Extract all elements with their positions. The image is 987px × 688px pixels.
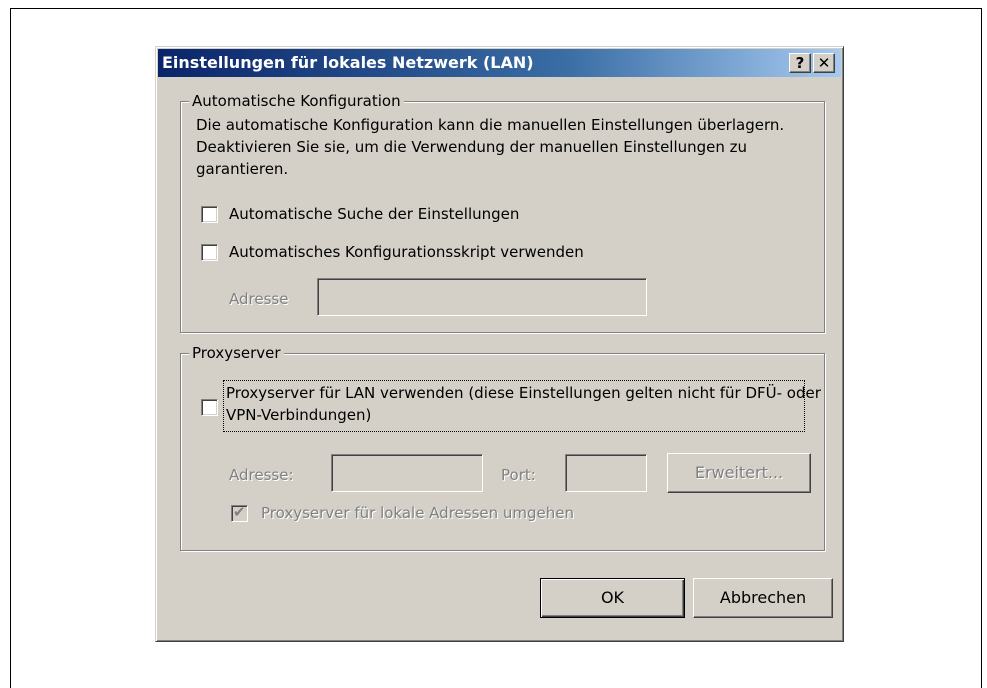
ok-button[interactable]: OK	[540, 578, 685, 618]
proxy-address-input[interactable]	[331, 454, 483, 492]
advanced-button[interactable]: Erweitert...	[667, 453, 811, 493]
bypass-local-checkbox[interactable]: ✔	[231, 503, 248, 522]
title-bar[interactable]: Einstellungen für lokales Netzwerk (LAN)…	[158, 49, 841, 77]
lan-settings-dialog: Einstellungen für lokales Netzwerk (LAN)…	[155, 46, 844, 642]
use-proxy-label[interactable]: Proxyserver für LAN verwenden (diese Ein…	[226, 382, 821, 426]
auto-script-address-input[interactable]	[317, 278, 647, 316]
use-proxy-checkbox[interactable]	[201, 399, 218, 416]
checkmark-icon: ✔	[233, 503, 246, 521]
proxy-port-label: Port:	[501, 466, 536, 484]
auto-script-label[interactable]: Automatisches Konfigurationsskript verwe…	[229, 241, 584, 263]
close-button[interactable]: ✕	[813, 53, 835, 73]
auto-script-address-label: Adresse	[229, 290, 289, 308]
auto-detect-label[interactable]: Automatische Suche der Einstellungen	[229, 203, 519, 225]
proxy-group: Proxyserver Proxyserver für LAN verwende…	[180, 344, 825, 551]
help-button[interactable]: ?	[789, 53, 811, 73]
dialog-title: Einstellungen für lokales Netzwerk (LAN)	[162, 53, 534, 72]
auto-script-checkbox[interactable]	[201, 244, 218, 261]
cancel-button[interactable]: Abbrechen	[693, 578, 833, 618]
close-icon: ✕	[817, 54, 831, 72]
bypass-local-label[interactable]: Proxyserver für lokale Adressen umgehen	[261, 502, 574, 524]
proxy-address-label: Adresse:	[229, 466, 294, 484]
proxy-legend: Proxyserver	[189, 344, 284, 362]
auto-config-group: Automatische Konfiguration Die automatis…	[180, 92, 825, 333]
auto-config-legend: Automatische Konfiguration	[189, 92, 404, 110]
auto-config-description: Die automatische Konfiguration kann die …	[196, 116, 785, 178]
auto-detect-checkbox[interactable]	[201, 206, 218, 223]
proxy-port-input[interactable]	[565, 454, 647, 492]
